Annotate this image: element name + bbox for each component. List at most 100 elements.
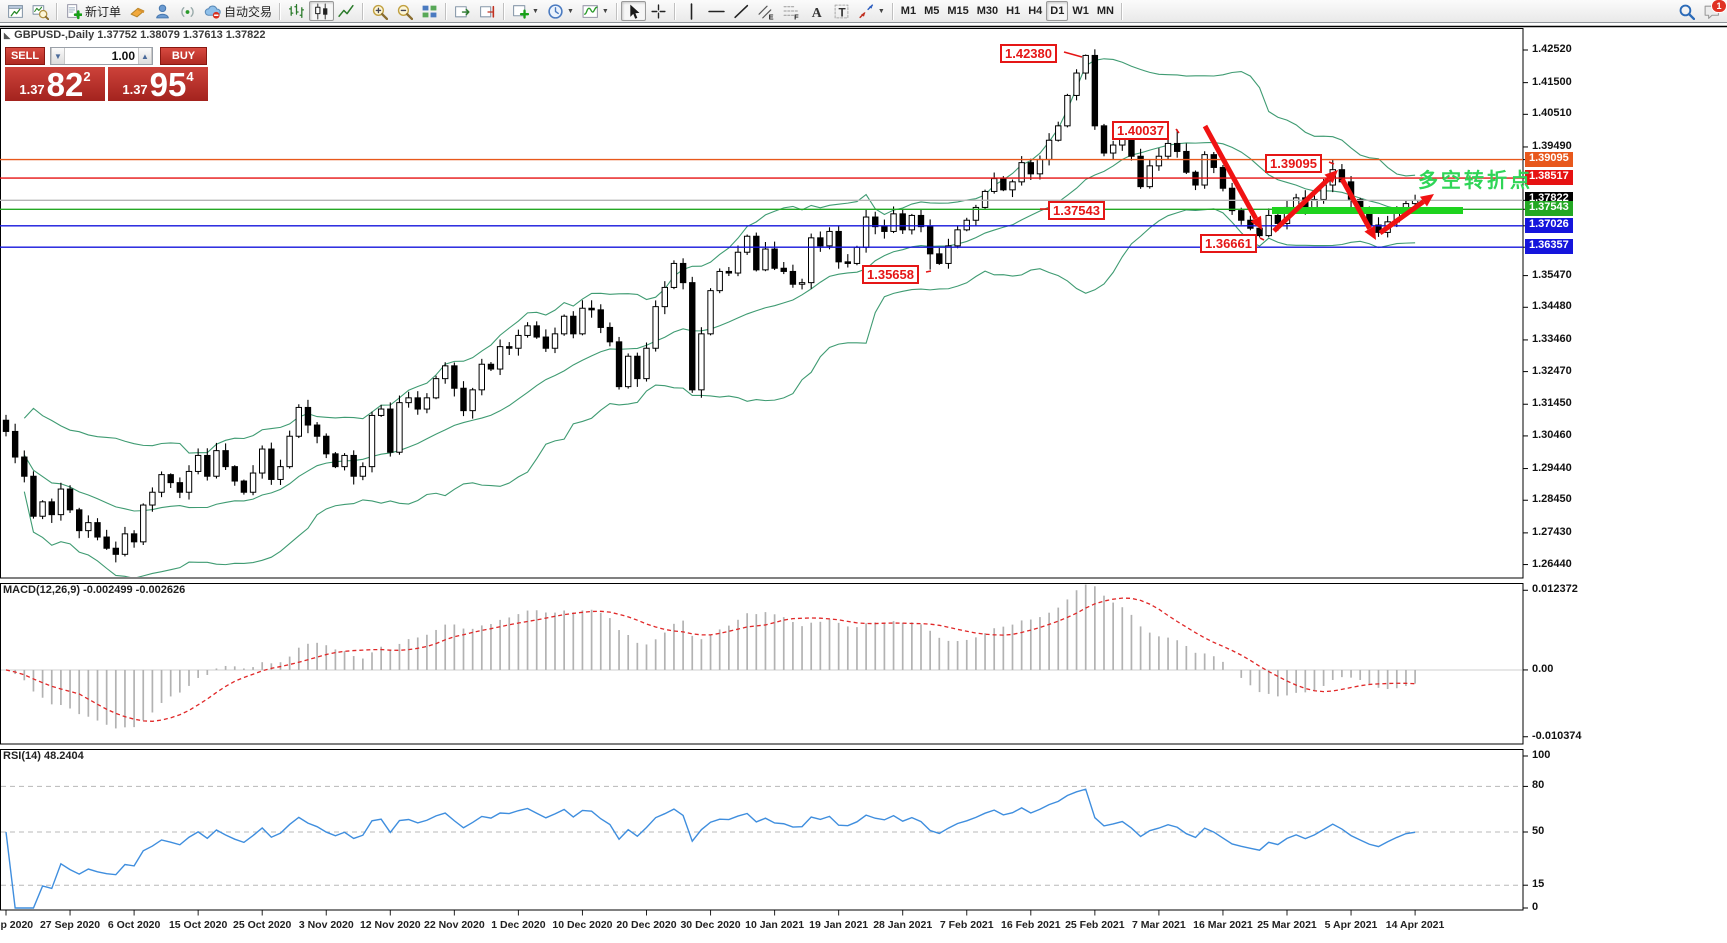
vertical-line-button[interactable] (679, 1, 704, 21)
crosshair-button[interactable] (646, 1, 671, 21)
zoom-out-icon (396, 3, 413, 20)
buy-button[interactable]: BUY (160, 47, 207, 65)
auto-scroll-button[interactable] (450, 1, 475, 21)
dropdown-arrow-icon[interactable]: ▼ (532, 8, 539, 15)
text-button[interactable]: A (804, 1, 829, 21)
timeframe-m15[interactable]: M15 (943, 1, 972, 21)
trend-arrows (1205, 126, 1434, 240)
market-icon (129, 3, 146, 20)
price-axis-tick: 1.31450 (1532, 397, 1572, 409)
macd-axis-tick: 0.012372 (1532, 583, 1578, 595)
search-button[interactable] (1674, 1, 1699, 21)
price-axis-tick: 1.39490 (1532, 140, 1572, 152)
dropdown-arrow-icon[interactable]: ▼ (567, 8, 574, 15)
price-axis-tick: 1.30460 (1532, 429, 1572, 441)
rsi-axis-tick: 80 (1532, 779, 1544, 791)
price-axis-tick: 1.27430 (1532, 526, 1572, 538)
price-level-badge: 1.37543 (1525, 201, 1573, 216)
sell-price-big: 82 (47, 70, 84, 99)
price-annotation-label[interactable]: 1.35658 (862, 265, 919, 284)
timeframe-h4[interactable]: H4 (1024, 1, 1046, 21)
timeframe-m30[interactable]: M30 (973, 1, 1002, 21)
price-axis-tick: 1.26440 (1532, 558, 1572, 570)
arrows-icon (858, 3, 875, 20)
timeframe-w1[interactable]: W1 (1068, 1, 1093, 21)
autotrade-button[interactable]: 自动交易 (200, 1, 276, 21)
toolbar-separator (674, 3, 676, 20)
chart-title: ◣GBPUSD-,Daily 1.37752 1.38079 1.37613 1… (4, 29, 266, 41)
notifications-button[interactable]: 1 (1699, 1, 1724, 21)
notification-badge: 1 (1711, 0, 1727, 13)
panel-toggle-icon[interactable]: ◣ (4, 31, 10, 40)
line-chart-icon (338, 3, 355, 20)
bar-chart-icon (288, 3, 305, 20)
line-chart-button[interactable] (334, 1, 359, 21)
svg-text:F: F (794, 12, 799, 20)
price-annotation-label[interactable]: 1.42380 (1000, 44, 1057, 63)
macd-axis-tick: -0.010374 (1532, 730, 1582, 742)
trendline-button[interactable] (729, 1, 754, 21)
data-window-icon (32, 3, 49, 20)
bar-chart-button[interactable] (284, 1, 309, 21)
indicators-button[interactable]: ▼ (578, 1, 613, 21)
toolbar-separator (445, 3, 447, 20)
dropdown-arrow-icon[interactable]: ▼ (878, 8, 885, 15)
cursor-button[interactable] (621, 1, 646, 21)
volume-stepper: ▼ ▲ (50, 47, 153, 65)
macd-indicator-label: MACD(12,26,9) -0.002499 -0.002626 (3, 584, 185, 596)
timeframe-mn[interactable]: MN (1093, 1, 1118, 21)
chart-window-icon[interactable] (3, 1, 28, 21)
toolbar-separator (56, 3, 58, 20)
channel-icon: E (758, 3, 775, 20)
chart-canvas[interactable] (0, 0, 1727, 943)
signals-icon[interactable] (175, 1, 200, 21)
chart-shift-button[interactable] (475, 1, 500, 21)
price-axis-tick: 1.35470 (1532, 269, 1572, 281)
new-order-button[interactable]: 新订单 (61, 1, 125, 21)
arrows-button[interactable]: ▼ (854, 1, 889, 21)
sell-button[interactable]: SELL (5, 47, 45, 65)
auto-scroll-icon (454, 3, 471, 20)
volume-input[interactable] (65, 48, 138, 64)
zoom-out-button[interactable] (392, 1, 417, 21)
market-icon[interactable] (125, 1, 150, 21)
candle-chart-button[interactable] (309, 1, 334, 21)
price-annotation-label[interactable]: 1.37543 (1048, 201, 1105, 220)
timeframe-m5[interactable]: M5 (920, 1, 943, 21)
profiles-button[interactable]: ▼ (543, 1, 578, 21)
community-icon[interactable] (150, 1, 175, 21)
bollinger-bands (24, 59, 1415, 579)
new-order-button-label: 新订单 (85, 3, 121, 20)
buy-price-prefix: 1.37 (122, 81, 147, 99)
volume-decrease-button[interactable]: ▼ (51, 48, 65, 64)
crosshair-icon (650, 3, 667, 20)
tile-windows-button[interactable] (417, 1, 442, 21)
volume-increase-button[interactable]: ▲ (138, 48, 152, 64)
price-annotation-label[interactable]: 1.39095 (1265, 154, 1322, 173)
fibonacci-button[interactable]: F (779, 1, 804, 21)
text-label-button[interactable]: T (829, 1, 854, 21)
macd-histogram (6, 585, 1415, 729)
sell-price[interactable]: 1.37822 (5, 67, 105, 101)
price-annotation-label[interactable]: 1.40037 (1112, 121, 1169, 140)
price-axis-tick: 1.34480 (1532, 300, 1572, 312)
zoom-in-button[interactable] (367, 1, 392, 21)
buy-price[interactable]: 1.37954 (108, 67, 208, 101)
data-window-icon[interactable] (28, 1, 53, 21)
community-icon (154, 3, 171, 20)
channel-button[interactable]: E (754, 1, 779, 21)
search-icon (1678, 3, 1695, 20)
toolbar-separator (362, 3, 364, 20)
timeframe-d1[interactable]: D1 (1046, 1, 1068, 21)
rsi-axis-tick: 0 (1532, 901, 1538, 913)
rsi-indicator-label: RSI(14) 48.2404 (3, 750, 84, 762)
price-annotation-label[interactable]: 1.36661 (1200, 234, 1257, 253)
timeframe-h1[interactable]: H1 (1002, 1, 1024, 21)
mt4-terminal: { "glyphs": {"up":"▲","down":"▼","dropdo… (0, 0, 1727, 943)
buy-price-sup: 4 (186, 70, 193, 84)
price-level-badge: 1.37026 (1525, 218, 1573, 233)
timeframe-m1[interactable]: M1 (897, 1, 920, 21)
dropdown-arrow-icon[interactable]: ▼ (602, 8, 609, 15)
horizontal-line-button[interactable] (704, 1, 729, 21)
new-chart-button[interactable]: ▼ (508, 1, 543, 21)
